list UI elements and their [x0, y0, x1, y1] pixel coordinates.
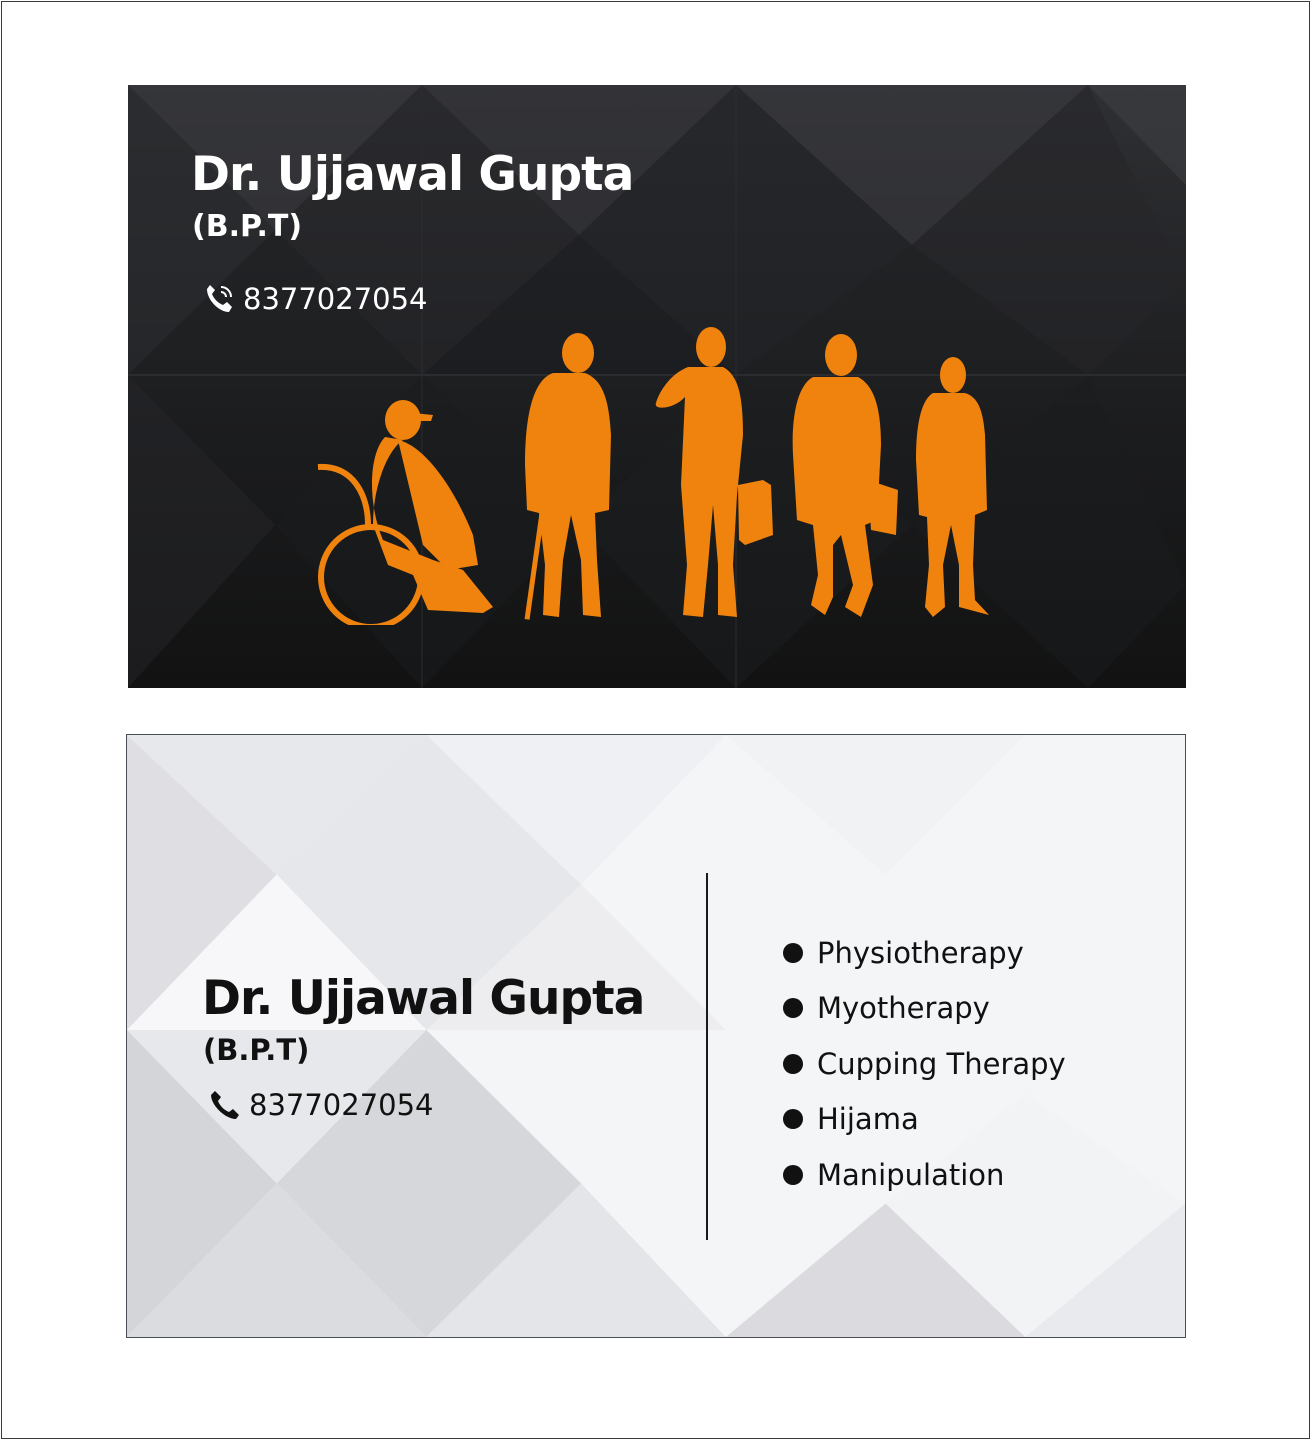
phone-icon — [207, 285, 232, 312]
services-list: Physiotherapy Myotherapy Cupping Therapy… — [783, 925, 1066, 1203]
list-item: Cupping Therapy — [783, 1036, 1066, 1092]
vertical-divider — [706, 873, 708, 1240]
phone-icon — [211, 1091, 239, 1119]
bullet-icon — [783, 1053, 803, 1074]
phone-number: 8377027054 — [249, 1088, 434, 1122]
wheelchair-figure — [317, 400, 493, 625]
doctor-name: Dr. Ujjawal Gupta — [191, 147, 634, 202]
walking-cane-figure — [524, 333, 611, 620]
list-item: Myotherapy — [783, 981, 1066, 1037]
doctor-degree: (B.P.T) — [203, 1033, 310, 1067]
standing-man-figure — [792, 334, 898, 617]
bullet-icon — [783, 942, 803, 963]
doctor-name: Dr. Ujjawal Gupta — [202, 971, 645, 1026]
phone-contact[interactable]: 8377027054 — [207, 1087, 434, 1123]
business-card-back: Dr. Ujjawal Gupta (B.P.T) 8377027054 Phy… — [126, 734, 1186, 1338]
businessman-figure — [655, 327, 773, 617]
list-item: Hijama — [783, 1092, 1066, 1148]
bullet-icon — [783, 998, 803, 1019]
list-item: Physiotherapy — [783, 925, 1066, 981]
list-item: Manipulation — [783, 1147, 1066, 1203]
young-person-figure — [916, 357, 989, 617]
phone-number: 8377027054 — [243, 282, 428, 316]
bullet-icon — [783, 1164, 803, 1185]
phone-contact[interactable]: 8377027054 — [201, 281, 428, 317]
bullet-icon — [783, 1109, 803, 1130]
doctor-degree: (B.P.T) — [192, 209, 303, 244]
business-card-front: Dr. Ujjawal Gupta (B.P.T) 8377027054 — [128, 85, 1186, 688]
people-silhouettes-illustration — [317, 327, 989, 625]
